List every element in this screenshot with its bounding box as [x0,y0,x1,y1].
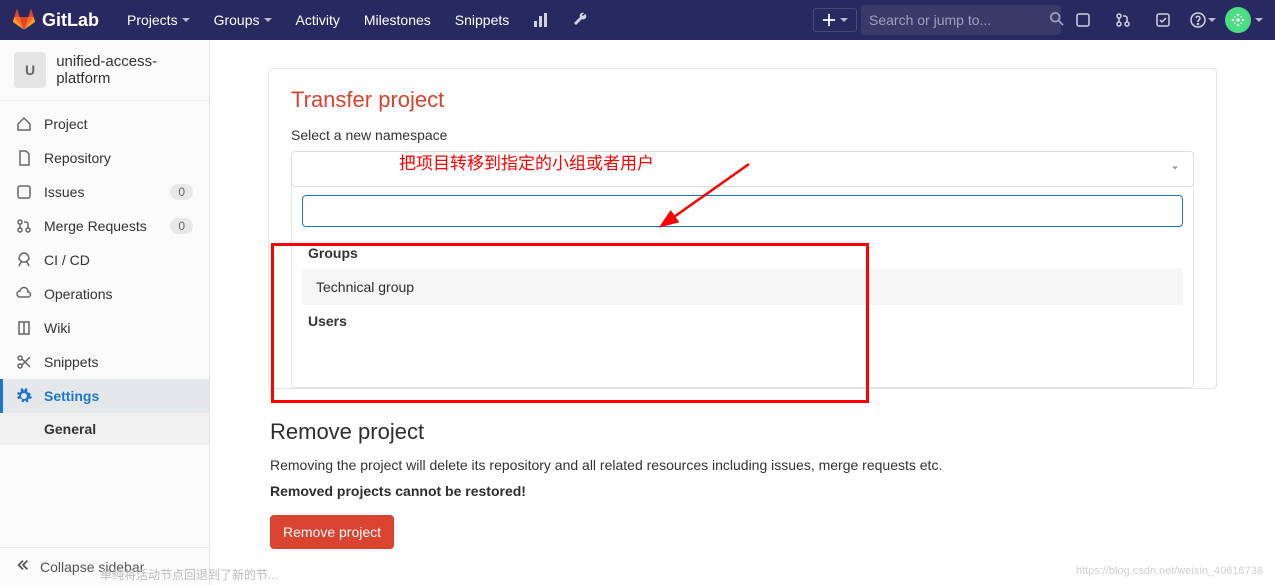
sidebar-item-repository[interactable]: Repository [0,141,209,175]
sidebar-item-operations[interactable]: Operations [0,277,209,311]
nav-groups[interactable]: Groups [204,6,282,34]
gear-icon [16,388,32,404]
sidebar-item-snippets[interactable]: Snippets [0,345,209,379]
issues-icon[interactable] [1065,4,1101,36]
merge-icon [16,218,32,234]
admin-wrench-icon[interactable] [563,4,599,36]
sidebar-item-project[interactable]: Project [0,107,209,141]
chevron-down-icon [264,18,272,22]
project-name: unified-access-platform [56,53,195,87]
chevron-down-icon [1255,18,1263,22]
dropdown-option-technical-group[interactable]: Technical group [302,269,1183,305]
sidebar-item-cicd[interactable]: CI / CD [0,243,209,277]
project-sidebar: U unified-access-platform Project Reposi… [0,40,210,585]
remove-project-button[interactable]: Remove project [270,515,394,549]
transfer-project-panel: Transfer project Select a new namespace … [268,68,1217,389]
gitlab-logo[interactable]: GitLab [12,9,99,31]
chevron-down-icon [182,18,190,22]
remove-project-section: Remove project Removing the project will… [268,415,1217,553]
sidebar-item-merge-requests[interactable]: Merge Requests0 [0,209,209,243]
transfer-title: Transfer project [291,87,1194,113]
global-search[interactable] [861,5,1061,35]
watermark-text: https://blog.csdn.net/weixin_40816738 [1076,565,1263,577]
plus-icon [822,13,836,27]
count-badge: 0 [170,184,193,200]
doc-icon [16,150,32,166]
bottom-truncated-text: 单纯将活动节点回退到了新的节... [100,566,278,583]
search-input[interactable] [869,12,1050,28]
nav-activity[interactable]: Activity [286,6,350,34]
sidebar-project-header[interactable]: U unified-access-platform [0,40,209,101]
brand-text: GitLab [42,10,99,31]
count-badge: 0 [170,218,193,234]
namespace-select[interactable] [291,151,1194,187]
namespace-label: Select a new namespace [291,127,1194,143]
dropdown-group-header-users: Users [302,305,1183,337]
book-icon [16,320,32,336]
chevron-down-icon [1208,18,1216,22]
issues-icon [16,184,32,200]
search-icon [1050,12,1064,29]
scissors-icon [16,354,32,370]
sidebar-item-wiki[interactable]: Wiki [0,311,209,345]
merge-requests-icon[interactable] [1105,4,1141,36]
gitlab-tanuki-icon [12,9,36,31]
project-avatar: U [14,52,46,88]
namespace-search-input[interactable] [302,195,1183,227]
new-dropdown-button[interactable] [813,8,857,32]
home-icon [16,116,32,132]
user-avatar[interactable] [1225,7,1251,33]
nav-snippets[interactable]: Snippets [445,6,519,34]
nav-projects[interactable]: Projects [117,6,200,34]
sidebar-item-settings[interactable]: Settings [0,379,209,413]
remove-warning: Removed projects cannot be restored! [270,483,1215,499]
todos-icon[interactable] [1145,4,1181,36]
chevron-double-left-icon [16,558,30,575]
analytics-icon[interactable] [523,4,559,36]
help-icon[interactable] [1185,4,1221,36]
namespace-dropdown: Groups Technical group Users [291,185,1194,388]
nav-milestones[interactable]: Milestones [354,6,441,34]
sidebar-subitem-general[interactable]: General [0,413,209,445]
main-content: Transfer project Select a new namespace … [210,40,1275,585]
sidebar-item-issues[interactable]: Issues0 [0,175,209,209]
chevron-down-icon [1169,161,1181,177]
dropdown-group-header-groups: Groups [302,237,1183,269]
top-navbar: GitLab Projects Groups Activity Mileston… [0,0,1275,40]
remove-description: Removing the project will delete its rep… [270,457,1215,473]
cloud-icon [16,286,32,302]
remove-title: Remove project [270,419,1215,445]
chevron-down-icon [840,18,848,22]
rocket-icon [16,252,32,268]
